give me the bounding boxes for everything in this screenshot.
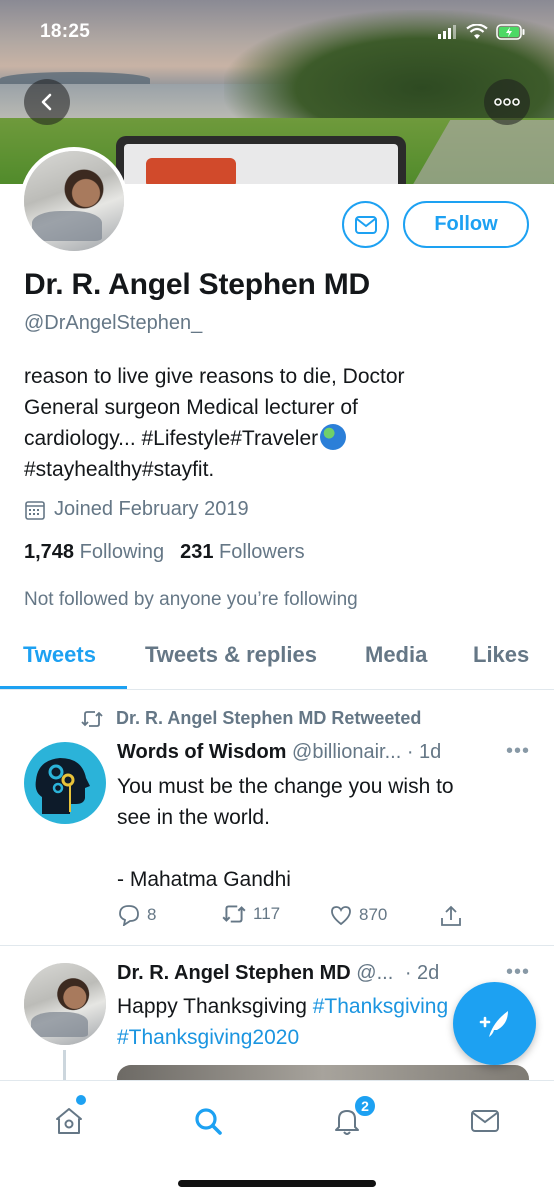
tweet-header: Dr. R. Angel Stephen MD @... · 2d — [117, 962, 439, 985]
like-button[interactable]: 870 — [329, 904, 387, 926]
tweet-text-line: - Mahatma Gandhi — [117, 868, 291, 891]
bio-line-text: cardiology... #Lifestyle#Traveler — [24, 427, 319, 450]
not-followed-note: Not followed by anyone you’re following — [24, 589, 358, 610]
profile-bio: reason to live give reasons to die, Doct… — [24, 361, 524, 485]
nav-home[interactable] — [51, 1103, 87, 1139]
tweet-more-icon[interactable]: ••• — [506, 961, 530, 984]
hashtag-link[interactable]: #Thanksgiving2020 — [117, 1026, 299, 1049]
tweet-divider — [0, 945, 554, 946]
following-count: 1,748 — [24, 541, 75, 563]
status-bar: 18:25 — [0, 0, 554, 64]
tweet-time: · 2d — [404, 962, 440, 984]
tweet-text-line: see in the world. — [117, 806, 270, 829]
tweet-avatar[interactable] — [24, 742, 106, 824]
search-icon — [195, 1108, 222, 1135]
reply-count: 8 — [147, 905, 157, 924]
nav-messages[interactable] — [467, 1103, 503, 1139]
mail-icon — [354, 215, 377, 234]
home-new-indicator — [76, 1095, 86, 1105]
like-count: 870 — [359, 905, 388, 924]
battery-icon — [496, 24, 525, 40]
tweet-text-start: Happy Thanksgiving — [117, 995, 313, 1018]
tab-likes[interactable]: Likes — [473, 642, 529, 668]
retweet-indicator: Dr. R. Angel Stephen MD Retweeted — [80, 708, 421, 729]
tweet-text-line: You must be the change you wish to — [117, 775, 454, 798]
like-icon — [331, 906, 351, 926]
tab-tweets-replies[interactable]: Tweets & replies — [145, 642, 317, 668]
tweet-author-name[interactable]: Dr. R. Angel Stephen MD — [117, 962, 351, 984]
home-indicator — [178, 1180, 376, 1187]
status-icons — [438, 24, 526, 40]
following-label: Following — [79, 541, 165, 563]
active-tab-indicator — [0, 686, 127, 689]
tweet-author-handle: @... — [356, 962, 394, 984]
tab-tweets[interactable]: Tweets — [23, 642, 96, 668]
profile-tabs: Tweets Tweets & replies Media Likes — [0, 630, 554, 690]
tab-media[interactable]: Media — [365, 642, 427, 668]
home-icon — [56, 1108, 82, 1134]
bio-line: reason to live give reasons to die, Doct… — [24, 365, 405, 388]
back-button[interactable] — [24, 79, 70, 125]
retweet-button[interactable]: 117 — [221, 904, 280, 924]
share-button[interactable] — [439, 904, 463, 928]
share-icon — [441, 905, 461, 926]
tweet-author-name[interactable]: Words of Wisdom — [117, 741, 286, 763]
retweet-icon — [81, 710, 103, 727]
bio-line: cardiology... #Lifestyle#Traveler — [24, 423, 524, 454]
follow-button[interactable]: Follow — [403, 201, 529, 248]
tweet-author-handle: @billionair... — [292, 741, 402, 763]
calendar-icon — [25, 500, 45, 520]
bio-line: #stayhealthy#stayfit. — [24, 458, 215, 481]
wifi-icon — [466, 24, 488, 39]
compose-tweet-button[interactable] — [453, 982, 536, 1065]
profile-handle: @DrAngelStephen_ — [24, 312, 203, 334]
tweet-text: Happy Thanksgiving #Thanksgiving — [117, 991, 457, 1022]
nav-search[interactable] — [190, 1103, 226, 1139]
followers-label: Followers — [219, 541, 305, 563]
back-arrow-icon — [41, 93, 52, 111]
tweet-header: Words of Wisdom @billionair... · 1d — [117, 741, 441, 764]
tweet-actions: 8 117 870 — [117, 904, 467, 932]
hashtag-link[interactable]: #Thanksgiving — [313, 995, 448, 1018]
joined-date: Joined February 2019 — [24, 498, 249, 521]
reply-button[interactable]: 8 — [117, 904, 156, 926]
reply-icon — [119, 905, 139, 926]
tweet-avatar[interactable] — [24, 963, 106, 1045]
bio-line: General surgeon Medical lecturer of — [24, 396, 358, 419]
more-options-button[interactable] — [484, 79, 530, 125]
globe-emoji-icon — [320, 424, 347, 450]
profile-name: Dr. R. Angel Stephen MD — [24, 268, 370, 301]
message-button[interactable] — [342, 201, 389, 248]
retweet-count: 117 — [253, 904, 281, 923]
profile-avatar[interactable] — [20, 147, 128, 255]
retweet-icon — [222, 905, 246, 923]
head-gears-icon — [35, 758, 90, 814]
follow-stats: 1,748 Following 231 Followers — [24, 541, 305, 564]
signal-icon — [438, 25, 456, 39]
notifications-badge: 2 — [353, 1094, 377, 1118]
status-time: 18:25 — [40, 21, 91, 42]
following-stat[interactable]: 1,748 Following — [24, 541, 164, 564]
tweet-text: You must be the change you wish to see i… — [117, 771, 527, 895]
compose-icon — [479, 1010, 508, 1037]
mail-icon — [471, 1110, 499, 1132]
joined-text: Joined February 2019 — [54, 498, 249, 520]
followers-count: 231 — [180, 541, 214, 563]
followers-stat[interactable]: 231 Followers — [180, 541, 305, 564]
retweet-text: Dr. R. Angel Stephen MD Retweeted — [116, 708, 422, 728]
tweet-time: · 1d — [406, 741, 442, 763]
more-icon — [494, 98, 520, 106]
tweet-more-icon[interactable]: ••• — [506, 740, 530, 763]
thread-line — [63, 1050, 66, 1082]
